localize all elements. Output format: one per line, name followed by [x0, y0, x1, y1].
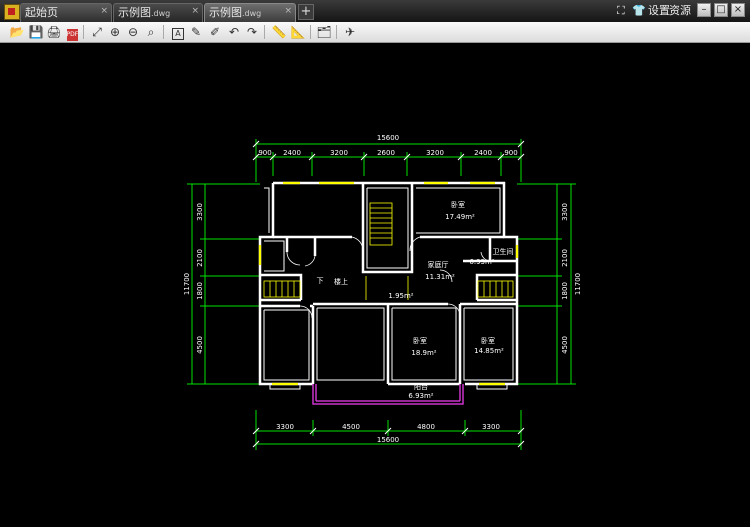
zoom-in-icon[interactable]: ⊕: [107, 24, 123, 40]
dim-right: 4500: [561, 336, 569, 354]
share-icon[interactable]: ✈: [342, 24, 358, 40]
resources-button[interactable]: 资源: [669, 3, 691, 19]
toolbar: 📂 💾 🖨 PDF ⤢ ⊕ ⊖ ⌕ A ✎ ✐ ↶ ↷ 📏 📐 🗂 ✈: [0, 22, 750, 43]
tab-label: 示例图: [118, 6, 151, 19]
text-icon[interactable]: A: [170, 24, 186, 40]
title-bar: 起始页 × 示例图.dwg × 示例图.dwg × + ⛶ 👕 设置 资源 – …: [0, 0, 750, 22]
dim-left: 4500: [196, 336, 204, 354]
new-tab-button[interactable]: +: [298, 4, 314, 20]
redo-icon[interactable]: ↷: [244, 24, 260, 40]
dim-total-top: 15600: [377, 134, 399, 142]
room-name: 阳台: [414, 382, 428, 391]
dim-bottom: 3300: [482, 423, 500, 431]
close-tab-icon[interactable]: ×: [100, 2, 108, 20]
room-name: 家庭厅: [428, 260, 449, 269]
dim-total-left: 11700: [183, 273, 191, 295]
dim-top: 900: [504, 149, 517, 157]
tab-drawing-2-active[interactable]: 示例图.dwg ×: [204, 3, 296, 22]
dim-top: 900: [258, 149, 271, 157]
dim-total-right: 11700: [574, 273, 582, 295]
toolbar-separator: [264, 25, 265, 39]
dim-left: 2100: [196, 249, 204, 267]
open-icon[interactable]: 📂: [9, 24, 25, 40]
pen-icon[interactable]: ✎: [188, 24, 204, 40]
floor-plan-drawing: 15600 900 2400 3200 2600 3200 2400 900 3…: [183, 134, 582, 450]
fullscreen-icon[interactable]: ⛶: [617, 3, 625, 19]
dim-right: 3300: [561, 203, 569, 221]
measure-icon[interactable]: 📏: [271, 24, 287, 40]
dim-bottom: 4800: [417, 423, 435, 431]
dim-top: 2600: [377, 149, 395, 157]
room-area: 1.95m²: [388, 292, 413, 300]
zoom-window-icon[interactable]: ⤢: [89, 24, 105, 40]
save-icon[interactable]: 💾: [28, 24, 44, 40]
room-name: 卧室: [451, 200, 465, 209]
settings-button[interactable]: 设置: [648, 3, 670, 19]
shirt-skin-icon[interactable]: 👕: [632, 3, 646, 19]
close-tab-icon[interactable]: ×: [284, 2, 292, 20]
room-area: 14.85m²: [474, 347, 504, 355]
zoom-out-icon[interactable]: ⊖: [125, 24, 141, 40]
tab-ext: .dwg: [151, 9, 171, 18]
room-area: 17.49m²: [445, 213, 475, 221]
print-icon[interactable]: 🖨: [46, 24, 62, 40]
balcony-outline: [312, 384, 464, 405]
room-area: 11.31m²: [425, 273, 455, 281]
dimension-labels: 15600 900 2400 3200 2600 3200 2400 900 3…: [183, 134, 582, 444]
close-window-button[interactable]: ×: [731, 3, 745, 17]
room-area: 6.93m²: [469, 258, 494, 266]
measure-area-icon[interactable]: 📐: [290, 24, 306, 40]
layers-icon[interactable]: 🗂: [316, 24, 332, 40]
maximize-button[interactable]: □: [714, 3, 728, 17]
toolbar-separator: [83, 25, 84, 39]
tab-label: 起始页: [25, 6, 58, 19]
toolbar-separator: [310, 25, 311, 39]
room-name: 卧室: [481, 336, 495, 345]
stairs-label: 楼上: [334, 277, 348, 286]
dim-top: 2400: [474, 149, 492, 157]
zoom-extent-icon[interactable]: ⌕: [143, 24, 159, 40]
dim-left: 1800: [196, 282, 204, 300]
dim-bottom: 3300: [276, 423, 294, 431]
tab-label: 示例图: [209, 6, 242, 19]
tab-start-page[interactable]: 起始页 ×: [20, 3, 112, 22]
tab-drawing-1[interactable]: 示例图.dwg ×: [113, 3, 203, 22]
toolbar-separator: [336, 25, 337, 39]
dim-top: 3200: [426, 149, 444, 157]
close-tab-icon[interactable]: ×: [191, 2, 199, 20]
dim-top: 3200: [330, 149, 348, 157]
dim-total-bottom: 15600: [377, 436, 399, 444]
minimize-button[interactable]: –: [697, 3, 711, 17]
dim-top: 2400: [283, 149, 301, 157]
drawing-canvas[interactable]: 15600 900 2400 3200 2600 3200 2400 900 3…: [0, 43, 750, 527]
dim-left: 3300: [196, 203, 204, 221]
room-name: 卫生间: [493, 247, 514, 256]
highlighter-icon[interactable]: ✐: [207, 24, 223, 40]
room-area: 18.9m²: [411, 349, 436, 357]
stairs-label: 下: [317, 277, 324, 285]
dim-bottom: 4500: [342, 423, 360, 431]
app-logo-icon[interactable]: [4, 4, 20, 20]
room-name: 卧室: [413, 336, 427, 345]
toolbar-separator: [163, 25, 164, 39]
undo-icon[interactable]: ↶: [226, 24, 242, 40]
room-area: 6.93m²: [408, 392, 433, 400]
dim-right: 1800: [561, 282, 569, 300]
dim-right: 2100: [561, 249, 569, 267]
pdf-export-icon[interactable]: PDF: [64, 24, 80, 41]
tab-ext: .dwg: [242, 9, 262, 18]
